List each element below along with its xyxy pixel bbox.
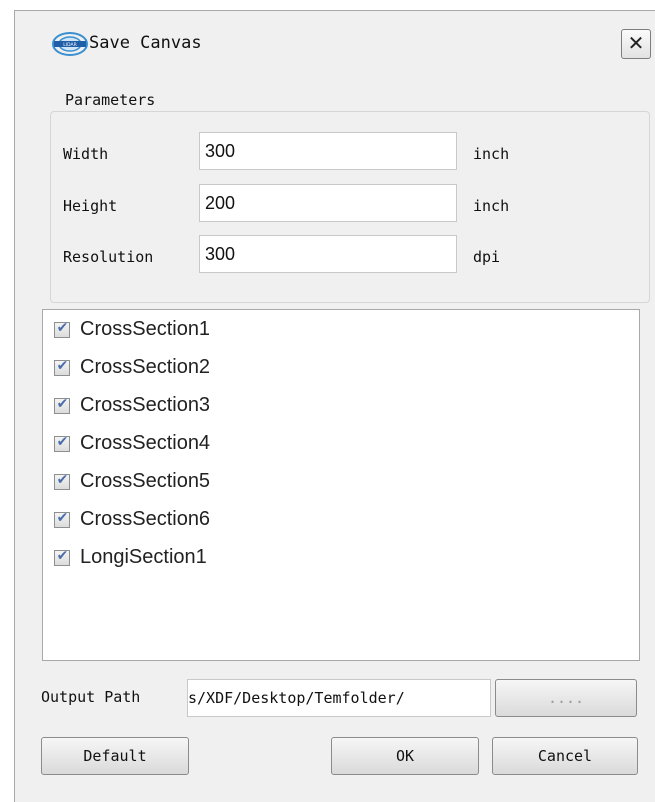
svg-text:LIDAR: LIDAR [63,42,76,48]
app-logo-icon: LIDAR [51,31,89,57]
cancel-button[interactable]: Cancel [492,737,638,775]
checkmark-icon: ✔ [56,472,69,488]
close-icon: ✕ [627,31,645,55]
resolution-label: Resolution [63,248,154,266]
height-label: Height [63,197,118,215]
list-item-label: CrossSection6 [80,508,211,530]
default-button[interactable]: Default [41,737,189,775]
resolution-input[interactable]: 300 [199,235,457,273]
list-item-label: CrossSection3 [80,394,211,416]
checkbox[interactable]: ✔ [54,548,70,566]
list-item-label: CrossSection5 [80,470,211,492]
section-list[interactable]: ✔ CrossSection1 ✔ CrossSection2 ✔ CrossS… [42,309,640,661]
checkbox[interactable]: ✔ [54,434,70,452]
dialog-title: Save Canvas [89,33,202,53]
checkmark-icon: ✔ [56,510,69,526]
checkmark-icon: ✔ [56,320,69,336]
checkmark-icon: ✔ [56,358,69,374]
checkmark-icon: ✔ [56,548,69,564]
checkbox[interactable]: ✔ [54,358,70,376]
checkmark-icon: ✔ [56,396,69,412]
output-path-input[interactable]: s/XDF/Desktop/Temfolder/ [187,679,491,717]
checkbox[interactable]: ✔ [54,320,70,338]
width-unit: inch [473,145,510,163]
checkbox[interactable]: ✔ [54,396,70,414]
title-bar: LIDAR Save Canvas ✕ [15,11,655,81]
checkbox[interactable]: ✔ [54,510,70,528]
parameters-group-title: Parameters [61,91,160,109]
width-label: Width [63,145,109,163]
list-item-label: CrossSection4 [80,432,211,454]
resolution-unit: dpi [473,248,501,266]
checkmark-icon: ✔ [56,434,69,450]
width-input[interactable]: 300 [199,132,457,170]
close-button[interactable]: ✕ [621,29,651,59]
ok-button[interactable]: OK [331,737,479,775]
output-path-label: Output Path [41,688,141,706]
save-canvas-dialog: LIDAR Save Canvas ✕ Parameters Width 300… [14,10,655,802]
height-input[interactable]: 200 [199,184,457,222]
checkbox[interactable]: ✔ [54,472,70,490]
list-item-label: CrossSection2 [80,356,211,378]
list-item-label: LongiSection1 [80,546,207,568]
list-item-label: CrossSection1 [80,318,211,340]
height-unit: inch [473,197,510,215]
browse-button[interactable]: .... [495,679,637,717]
